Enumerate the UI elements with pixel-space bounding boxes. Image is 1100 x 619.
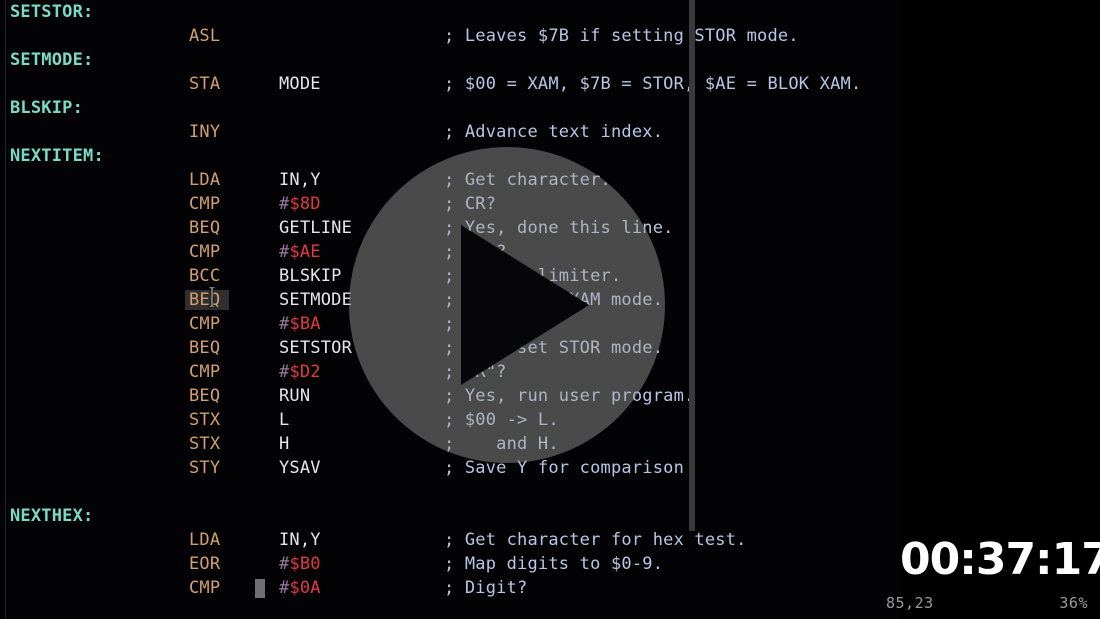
code-label: BLSKIP: — [10, 98, 84, 118]
code-opcode: CMP — [189, 194, 221, 214]
code-opcode: STA — [189, 74, 221, 94]
code-line[interactable]: LDA IN,Y ; Get character for hex test. — [0, 528, 900, 552]
code-opcode: BEQ — [189, 218, 221, 238]
zoom-level-indicator: 36% — [1059, 594, 1088, 612]
code-operand: #$D2 — [279, 360, 321, 384]
code-opcode: CMP — [189, 242, 221, 262]
immediate-prefix: # — [279, 194, 290, 214]
code-operand: H — [279, 434, 290, 454]
code-comment: ; Get character for hex test. — [444, 530, 747, 550]
code-operand: IN,Y — [279, 530, 321, 550]
cursor-coordinates: 85,23 — [886, 594, 934, 612]
code-comment: ; Advance text index. — [444, 122, 664, 142]
recording-timer: 00:37:17 — [900, 534, 1100, 585]
hex-literal: $AE — [289, 242, 321, 262]
code-operand: SETMODE — [279, 290, 353, 310]
code-operand: YSAV — [279, 458, 321, 478]
code-operand: RUN — [279, 386, 311, 406]
code-operand: #$AE — [279, 240, 321, 264]
immediate-prefix: # — [279, 578, 290, 598]
code-opcode: STX — [189, 434, 221, 454]
code-opcode: STX — [189, 410, 221, 430]
code-line[interactable]: BLSKIP: — [0, 96, 900, 120]
code-line[interactable]: CMP #$0A ; Digit? — [0, 576, 900, 600]
screen-recording-frame: SETSTOR: ASL ; Leaves $7B if setting STOR … — [0, 0, 1100, 619]
code-operand: BLSKIP — [279, 266, 342, 286]
code-operand: IN,Y — [279, 170, 321, 190]
code-comment: ; Leaves $7B if setting STOR mode. — [444, 26, 799, 46]
code-operand: MODE — [279, 74, 321, 94]
code-comment: ; Digit? — [444, 578, 528, 598]
code-opcode: BCC — [189, 266, 221, 286]
code-opcode: CMP — [189, 362, 221, 382]
hex-literal: $B0 — [289, 554, 321, 574]
code-opcode: CMP — [189, 314, 221, 334]
code-line[interactable]: SETSTOR: — [0, 0, 900, 24]
code-operand: #$8D — [279, 192, 321, 216]
immediate-prefix: # — [279, 554, 290, 574]
immediate-prefix: # — [279, 362, 290, 382]
hud-status-row: 85,23 36% — [886, 594, 1088, 616]
code-line[interactable] — [0, 480, 900, 504]
code-opcode: ASL — [189, 26, 221, 46]
hex-literal: $8D — [289, 194, 321, 214]
recording-hud-panel: 00:37:17 85,23 36% — [886, 0, 1100, 619]
code-line[interactable]: ASL ; Leaves $7B if setting STOR mode. — [0, 24, 900, 48]
code-opcode: BEQ — [189, 338, 221, 358]
code-operand: #$B0 — [279, 552, 321, 576]
code-opcode: BEQ — [189, 386, 221, 406]
code-operand: L — [279, 410, 290, 430]
code-opcode: BEQ — [189, 290, 221, 310]
code-label: SETMODE: — [10, 50, 94, 70]
immediate-prefix: # — [279, 314, 290, 334]
text-caret — [255, 579, 265, 598]
hex-literal: $D2 — [289, 362, 321, 382]
code-line[interactable]: EOR #$B0 ; Map digits to $0-9. — [0, 552, 900, 576]
code-line[interactable]: INY ; Advance text index. — [0, 120, 900, 144]
code-comment: ; $00 = XAM, $7B = STOR, $AE = BLOK XAM. — [444, 74, 862, 94]
immediate-prefix: # — [279, 242, 290, 262]
code-operand: SETSTOR — [279, 338, 353, 358]
hex-literal: $BA — [289, 314, 321, 334]
hex-literal: $0A — [289, 578, 321, 598]
play-triangle-icon — [461, 225, 589, 385]
code-editor-pane[interactable]: SETSTOR: ASL ; Leaves $7B if setting STOR … — [0, 0, 900, 619]
code-operand: #$BA — [279, 312, 321, 336]
code-label: NEXTHEX: — [10, 506, 94, 526]
code-opcode: EOR — [189, 554, 221, 574]
code-opcode: LDA — [189, 530, 221, 550]
code-line[interactable]: SETMODE: — [0, 48, 900, 72]
code-opcode: CMP — [189, 578, 221, 598]
code-line[interactable]: STA MODE ; $00 = XAM, $7B = STOR, $AE = BL… — [0, 72, 900, 96]
code-line[interactable]: NEXTHEX: — [0, 504, 900, 528]
code-operand: #$0A — [279, 576, 321, 600]
vertical-scrollbar-thumb[interactable] — [689, 0, 695, 531]
code-operand: GETLINE — [279, 218, 353, 238]
code-opcode: STY — [189, 458, 221, 478]
code-label: SETSTOR: — [10, 2, 94, 22]
code-label: NEXTITEM: — [10, 146, 104, 166]
code-opcode: LDA — [189, 170, 221, 190]
play-button-overlay[interactable] — [349, 147, 665, 463]
code-comment: ; Map digits to $0-9. — [444, 554, 664, 574]
code-opcode: INY — [189, 122, 221, 142]
